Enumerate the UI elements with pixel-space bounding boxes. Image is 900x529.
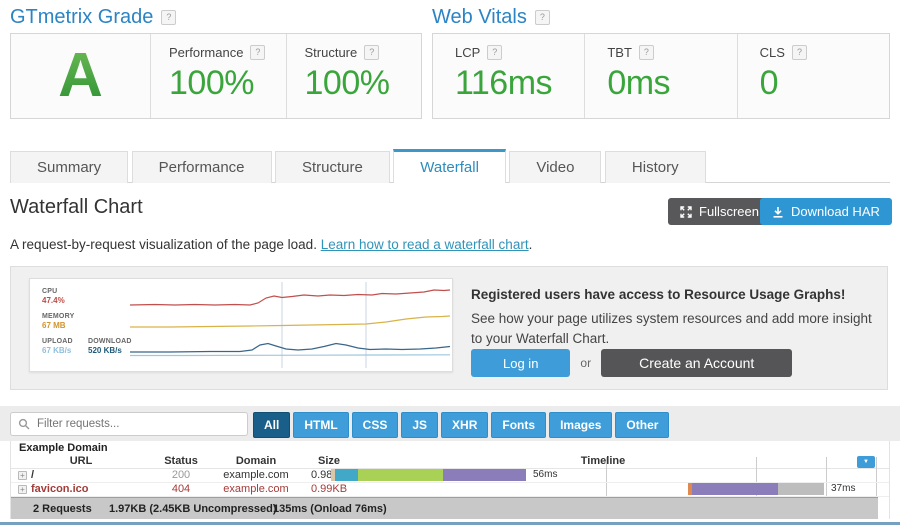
- row-domain: example.com: [223, 483, 288, 495]
- filter-html-button[interactable]: HTML: [293, 412, 348, 438]
- download-har-button[interactable]: Download HAR: [760, 198, 892, 225]
- filter-xhr-button[interactable]: XHR: [441, 412, 488, 438]
- expand-row-icon[interactable]: +: [18, 471, 27, 480]
- promo-actions: Log in or Create an Account: [471, 349, 792, 377]
- report-tabs: Summary Performance Structure Waterfall …: [10, 149, 890, 183]
- performance-value: 100%: [169, 64, 286, 103]
- promo-heading: Registered users have access to Resource…: [471, 287, 845, 302]
- section-divider: [0, 522, 900, 525]
- fullscreen-button[interactable]: Fullscreen: [668, 198, 771, 225]
- expand-row-icon[interactable]: +: [18, 485, 27, 494]
- grade-section-title: GTmetrix Grade ?: [10, 6, 176, 29]
- help-icon[interactable]: ?: [639, 45, 654, 60]
- time-summary: 135ms (Onload 76ms): [273, 503, 387, 515]
- row-url: favicon.ico: [31, 483, 88, 495]
- fullscreen-icon: [680, 206, 692, 218]
- cls-value: 0: [760, 64, 889, 103]
- size-summary: 1.97KB (2.45KB Uncompressed): [109, 503, 277, 515]
- vitals-panel: LCP ? 116ms TBT ? 0ms CLS ? 0: [432, 33, 890, 119]
- lcp-label: LCP: [455, 45, 480, 60]
- resource-usage-promo: CPU 47.4% MEMORY 67 MB UPLOAD 67 KB/s DO…: [10, 266, 888, 390]
- cls-metric: CLS ? 0: [737, 34, 889, 118]
- timeline-bar: 56ms: [331, 469, 876, 481]
- help-icon[interactable]: ?: [364, 45, 379, 60]
- timeline-options-dropdown[interactable]: ▼: [857, 456, 875, 468]
- structure-metric: Structure ? 100%: [286, 34, 422, 118]
- table-row[interactable]: + favicon.ico 404 example.com 0.99KB 37m…: [11, 482, 889, 497]
- row-status: 200: [172, 469, 190, 481]
- row-url: /: [31, 469, 34, 481]
- filter-type-buttons: All HTML CSS JS XHR Fonts Images Other: [253, 412, 669, 438]
- column-timeline[interactable]: Timeline: [581, 455, 625, 467]
- help-icon[interactable]: ?: [161, 10, 176, 25]
- column-domain[interactable]: Domain: [236, 455, 276, 467]
- timeline-bar: 37ms: [688, 483, 900, 495]
- column-status[interactable]: Status: [164, 455, 198, 467]
- filter-images-button[interactable]: Images: [549, 412, 612, 438]
- filter-requests-input[interactable]: [35, 417, 229, 431]
- help-icon[interactable]: ?: [535, 10, 550, 25]
- fullscreen-label: Fullscreen: [699, 204, 759, 219]
- create-account-button[interactable]: Create an Account: [601, 349, 792, 377]
- or-label: or: [580, 356, 591, 370]
- row-status: 404: [172, 483, 190, 495]
- column-url[interactable]: URL: [70, 455, 93, 467]
- waterfall-description: A request-by-request visualization of th…: [10, 237, 532, 252]
- login-button[interactable]: Log in: [471, 349, 570, 377]
- grade-title-text: GTmetrix Grade: [10, 6, 153, 29]
- vitals-title-text: Web Vitals: [432, 6, 527, 29]
- help-icon[interactable]: ?: [792, 45, 807, 60]
- requests-count: 2 Requests: [33, 503, 92, 515]
- table-header-row: URL Status Domain Size Timeline: [11, 455, 889, 469]
- grade-panel: A Performance ? 100% Structure ? 100%: [10, 33, 422, 119]
- filter-fonts-button[interactable]: Fonts: [491, 412, 546, 438]
- resource-usage-lines-chart: [30, 279, 452, 371]
- lcp-metric: LCP ? 116ms: [433, 34, 584, 118]
- download-icon: [772, 206, 784, 218]
- resource-graph-preview: CPU 47.4% MEMORY 67 MB UPLOAD 67 KB/s DO…: [29, 278, 453, 372]
- tab-summary[interactable]: Summary: [10, 151, 128, 183]
- filter-css-button[interactable]: CSS: [352, 412, 399, 438]
- tbt-label: TBT: [607, 45, 632, 60]
- grade-cell: A: [11, 34, 150, 118]
- help-icon[interactable]: ?: [487, 45, 502, 60]
- filter-search-box[interactable]: [10, 412, 248, 436]
- description-period: .: [529, 237, 533, 252]
- grade-letter: A: [58, 45, 103, 107]
- table-summary-row: 2 Requests 1.97KB (2.45KB Uncompressed) …: [11, 497, 878, 519]
- row-size: 0.99KB: [311, 483, 347, 495]
- filter-other-button[interactable]: Other: [615, 412, 669, 438]
- gtmetrix-report-page: GTmetrix Grade ? A Performance ? 100% St…: [0, 0, 900, 529]
- lcp-value: 116ms: [455, 64, 584, 103]
- waterfall-table: Example Domain URL Status Domain Size Ti…: [10, 441, 890, 519]
- structure-value: 100%: [305, 64, 422, 103]
- vitals-section-title: Web Vitals ?: [432, 6, 550, 29]
- description-text: A request-by-request visualization of th…: [10, 237, 321, 252]
- help-icon[interactable]: ?: [250, 45, 265, 60]
- cls-label: CLS: [760, 45, 785, 60]
- performance-label: Performance: [169, 45, 243, 60]
- tab-video[interactable]: Video: [509, 151, 601, 183]
- tbt-metric: TBT ? 0ms: [584, 34, 736, 118]
- tab-waterfall[interactable]: Waterfall: [393, 149, 506, 183]
- structure-label: Structure: [305, 45, 358, 60]
- row-domain: example.com: [223, 469, 288, 481]
- filter-js-button[interactable]: JS: [401, 412, 438, 438]
- download-har-label: Download HAR: [791, 204, 880, 219]
- table-row[interactable]: + / 200 example.com 0.98KB 56ms: [11, 468, 889, 483]
- search-icon: [18, 418, 30, 430]
- domain-group-title: Example Domain: [19, 442, 108, 454]
- tbt-value: 0ms: [607, 64, 736, 103]
- page-title: Waterfall Chart: [10, 196, 143, 219]
- tab-history[interactable]: History: [605, 151, 706, 183]
- learn-waterfall-link[interactable]: Learn how to read a waterfall chart: [321, 237, 529, 252]
- tab-structure[interactable]: Structure: [275, 151, 390, 183]
- tab-performance[interactable]: Performance: [132, 151, 272, 183]
- promo-body: See how your page utilizes system resour…: [471, 309, 879, 348]
- filter-all-button[interactable]: All: [253, 412, 290, 438]
- column-size[interactable]: Size: [318, 455, 340, 467]
- request-filter-bar: All HTML CSS JS XHR Fonts Images Other: [0, 406, 900, 441]
- performance-metric: Performance ? 100%: [150, 34, 286, 118]
